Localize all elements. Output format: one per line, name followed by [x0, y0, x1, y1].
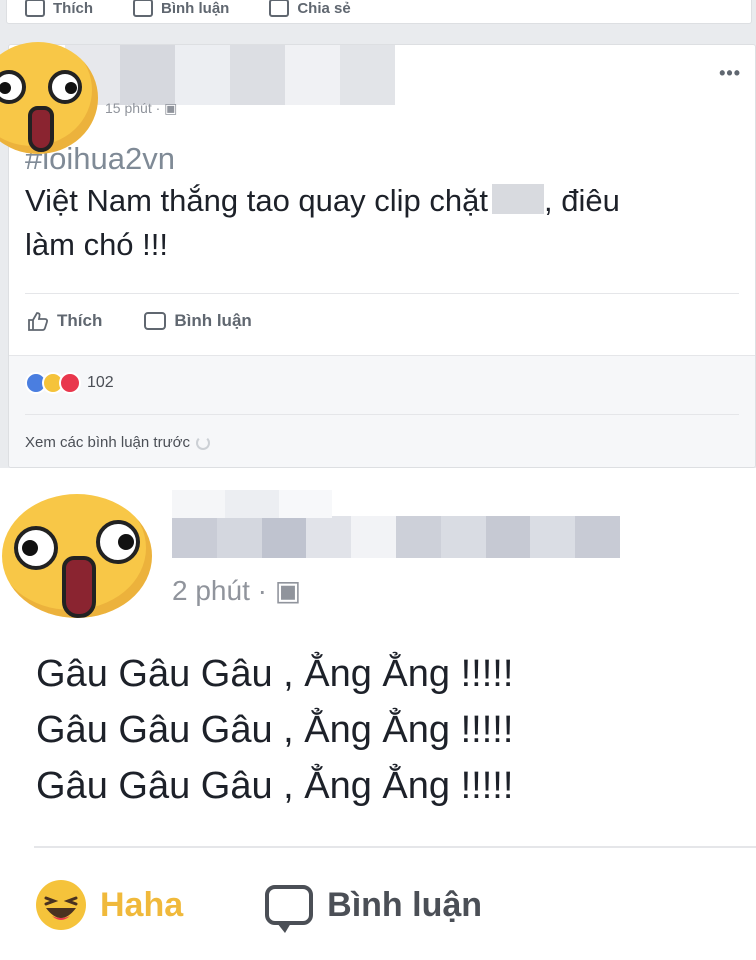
haha-label: Haha	[100, 885, 184, 924]
comment-label: Bình luận	[174, 311, 252, 330]
post-timestamp[interactable]: 15 phút · ▣	[105, 100, 177, 117]
hashtag-link[interactable]: #loihua2vn	[25, 139, 620, 179]
post-card: ••• 15 phút · ▣ #loihua2vn Việt Nam thắn…	[8, 44, 756, 468]
emoji-mouth	[28, 106, 54, 152]
previous-share-button[interactable]: Chia sẻ	[269, 0, 351, 17]
post-text-line1-end: , điêu	[544, 183, 620, 218]
post-timestamp[interactable]: 2 phút · ▣	[172, 574, 301, 607]
comment-icon	[144, 312, 167, 330]
previous-post-card: Thích Bình luận Chia sẻ	[6, 0, 752, 24]
post-actions: Haha Bình luận	[36, 880, 483, 933]
post-text-line2: làm chó !!!	[25, 227, 168, 262]
post-body: Gâu Gâu Gâu , Ẳng Ẳng !!!!! Gâu Gâu Gâu …	[36, 646, 513, 814]
comment-icon	[265, 885, 314, 933]
emoji-eye	[48, 70, 82, 104]
comment-button[interactable]: Bình luận	[265, 880, 483, 933]
emoji-mouth	[62, 556, 96, 618]
post-actions: Thích Bình luận	[27, 311, 252, 331]
view-previous-label: Xem các bình luận trước	[25, 434, 190, 451]
share-icon	[269, 0, 290, 17]
thumb-up-icon	[28, 312, 49, 331]
post-text-line: Gâu Gâu Gâu , Ẳng Ẳng !!!!!	[36, 653, 514, 695]
view-previous-comments-link[interactable]: Xem các bình luận trước	[25, 434, 210, 451]
reaction-count: 102	[87, 374, 114, 391]
love-reaction-icon	[59, 372, 81, 394]
loading-spinner-icon	[195, 435, 210, 450]
emoji-eye	[14, 526, 58, 570]
haha-emoji-icon	[36, 880, 86, 930]
audience-icon: ▣	[274, 575, 302, 606]
comments-section: 102 Xem các bình luận trước	[9, 355, 755, 467]
reaction-summary[interactable]: 102	[25, 372, 114, 394]
thumb-icon	[25, 0, 45, 17]
emoji-eye	[96, 520, 140, 564]
haha-button[interactable]: Haha	[36, 880, 183, 930]
divider	[25, 293, 739, 294]
previous-like-button[interactable]: Thích	[25, 0, 93, 17]
censored-word	[492, 184, 544, 214]
previous-comment-button[interactable]: Bình luận	[133, 0, 229, 17]
divider	[25, 414, 739, 415]
comment-icon	[133, 0, 153, 17]
post-text-line: Gâu Gâu Gâu , Ẳng Ẳng !!!!!	[36, 765, 514, 807]
audience-icon: ▣	[164, 100, 178, 116]
post-text-line1: Việt Nam thắng tao quay clip chặt	[25, 183, 488, 218]
like-button[interactable]: Thích	[27, 311, 102, 331]
emoji-eye	[0, 70, 26, 104]
comment-label: Bình luận	[327, 885, 483, 924]
like-label: Thích	[57, 311, 103, 330]
post-text-line: Gâu Gâu Gâu , Ẳng Ẳng !!!!!	[36, 709, 514, 751]
blurred-author-name	[65, 45, 395, 105]
divider	[34, 846, 756, 848]
comment-button[interactable]: Bình luận	[144, 311, 252, 331]
more-options-icon[interactable]: •••	[719, 63, 741, 84]
post-body: #loihua2vn Việt Nam thắng tao quay clip …	[25, 139, 620, 267]
reaction-icons	[25, 372, 81, 394]
shocked-emoji-avatar	[2, 494, 152, 618]
blurred-author-name-extra	[172, 490, 332, 518]
blurred-author-name	[172, 516, 620, 558]
previous-post-actions: Thích Bình luận Chia sẻ	[25, 0, 351, 17]
